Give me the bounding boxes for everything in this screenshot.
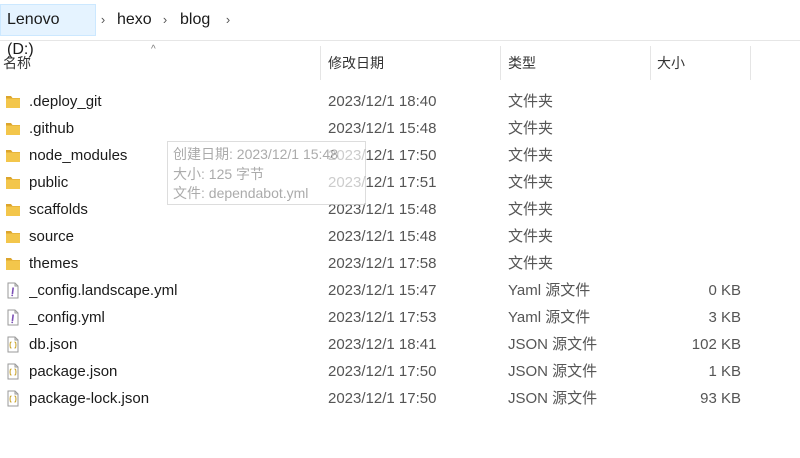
file-row[interactable]: db.json 2023/12/1 18:41 JSON 源文件 102 KB <box>0 331 780 358</box>
file-name: db.json <box>29 336 78 353</box>
file-modified-date: 2023/12/1 17:50 <box>328 390 437 407</box>
column-divider[interactable] <box>750 46 751 80</box>
file-modified-date: 2023/12/1 15:48 <box>328 228 437 245</box>
file-size <box>650 196 741 223</box>
file-row[interactable]: public 2023/12/1 17:51 文件夹 <box>0 169 780 196</box>
file-row[interactable]: scaffolds 2023/12/1 15:48 文件夹 <box>0 196 780 223</box>
yaml-file-icon <box>5 309 21 326</box>
file-modified-date: 2023/12/1 17:58 <box>328 255 437 272</box>
file-type: Yaml 源文件 <box>508 282 591 299</box>
folder-icon <box>5 228 21 245</box>
tooltip-created: 创建日期: 2023/12/1 15:48 <box>173 146 338 162</box>
file-type: JSON 源文件 <box>508 336 598 353</box>
json-file-icon <box>5 363 21 380</box>
file-type: 文件夹 <box>508 228 554 245</box>
file-modified-date: 2023/12/1 15:47 <box>328 282 437 299</box>
file-type: 文件夹 <box>508 201 554 218</box>
column-divider[interactable] <box>500 46 501 80</box>
file-row[interactable]: node_modules 2023/12/1 17:50 文件夹 <box>0 142 780 169</box>
file-type: 文件夹 <box>508 93 554 110</box>
file-size: 102 KB <box>691 336 741 353</box>
file-row[interactable]: .github 2023/12/1 15:48 文件夹 <box>0 115 780 142</box>
chevron-right-icon[interactable]: › <box>158 4 172 36</box>
file-row[interactable]: package.json 2023/12/1 17:50 JSON 源文件 1 KB <box>0 358 780 385</box>
folder-icon <box>5 147 21 164</box>
file-name: .deploy_git <box>29 93 102 110</box>
file-type: 文件夹 <box>508 120 554 137</box>
file-name: .github <box>29 120 75 137</box>
column-divider[interactable] <box>650 46 651 80</box>
file-row[interactable]: package-lock.json 2023/12/1 17:50 JSON 源文件… <box>0 385 780 412</box>
file-modified-date: 2023/12/1 15:48 <box>328 120 437 137</box>
file-name: _config.yml <box>29 309 105 326</box>
file-row[interactable]: _config.yml 2023/12/1 17:53 Yaml 源文件 3 KB <box>0 304 780 331</box>
chevron-right-icon[interactable]: › <box>96 4 110 36</box>
file-size <box>650 169 741 196</box>
breadcrumb-blog[interactable]: blog <box>174 4 216 36</box>
address-bar[interactable]: Lenovo (D:) › hexo › blog › <box>0 0 800 58</box>
file-modified-date: 2023/12/1 17:50 <box>328 363 437 380</box>
file-modified-date: 2023/12/1 18:40 <box>328 93 437 110</box>
column-divider[interactable] <box>320 46 321 80</box>
file-row[interactable]: themes 2023/12/1 17:58 文件夹 <box>0 250 780 277</box>
file-size <box>650 250 741 277</box>
file-type: 文件夹 <box>508 174 554 191</box>
file-modified-date: 2023/12/1 17:53 <box>328 309 437 326</box>
column-header-size[interactable]: 大小 <box>657 44 749 82</box>
file-modified-date: 2023/12/1 18:41 <box>328 336 437 353</box>
tooltip-filename: 文件: dependabot.yml <box>173 185 309 201</box>
file-type: Yaml 源文件 <box>508 309 591 326</box>
file-size: 1 KB <box>708 363 741 380</box>
column-header-name[interactable]: 名称 <box>3 44 319 82</box>
file-row[interactable]: .deploy_git 2023/12/1 18:40 文件夹 <box>0 88 780 115</box>
folder-icon <box>5 201 21 218</box>
file-tooltip: 创建日期: 2023/12/1 15:48 大小: 125 字节 文件: dep… <box>167 141 366 205</box>
file-size <box>650 88 741 115</box>
folder-icon <box>5 255 21 272</box>
json-file-icon <box>5 336 21 353</box>
file-name: source <box>29 228 75 245</box>
file-size <box>650 223 741 250</box>
column-header-type[interactable]: 类型 <box>508 44 648 82</box>
file-size <box>650 115 741 142</box>
file-name: package.json <box>29 363 118 380</box>
file-size: 93 KB <box>700 390 741 407</box>
file-type: JSON 源文件 <box>508 363 598 380</box>
file-name: _config.landscape.yml <box>29 282 178 299</box>
tooltip-size: 大小: 125 字节 <box>173 165 265 182</box>
file-type: JSON 源文件 <box>508 390 598 407</box>
file-size: 0 KB <box>708 282 741 299</box>
file-row[interactable]: _config.landscape.yml 2023/12/1 15:47 Yaml… <box>0 277 780 304</box>
breadcrumb-hexo[interactable]: hexo <box>111 4 158 36</box>
folder-icon <box>5 120 21 137</box>
breadcrumb-drive[interactable]: Lenovo (D:) <box>0 4 96 58</box>
folder-icon <box>5 174 21 191</box>
json-file-icon <box>5 390 21 407</box>
file-name: package-lock.json <box>29 390 150 407</box>
folder-icon <box>5 93 21 110</box>
file-size <box>650 142 741 169</box>
column-header-date[interactable]: 修改日期 <box>328 44 498 82</box>
file-row[interactable]: source 2023/12/1 15:48 文件夹 <box>0 223 780 250</box>
chevron-right-icon[interactable]: › <box>221 4 235 36</box>
file-type: 文件夹 <box>508 147 554 164</box>
file-type: 文件夹 <box>508 255 554 272</box>
yaml-file-icon <box>5 282 21 299</box>
file-size: 3 KB <box>708 309 741 326</box>
file-name: themes <box>29 255 79 272</box>
